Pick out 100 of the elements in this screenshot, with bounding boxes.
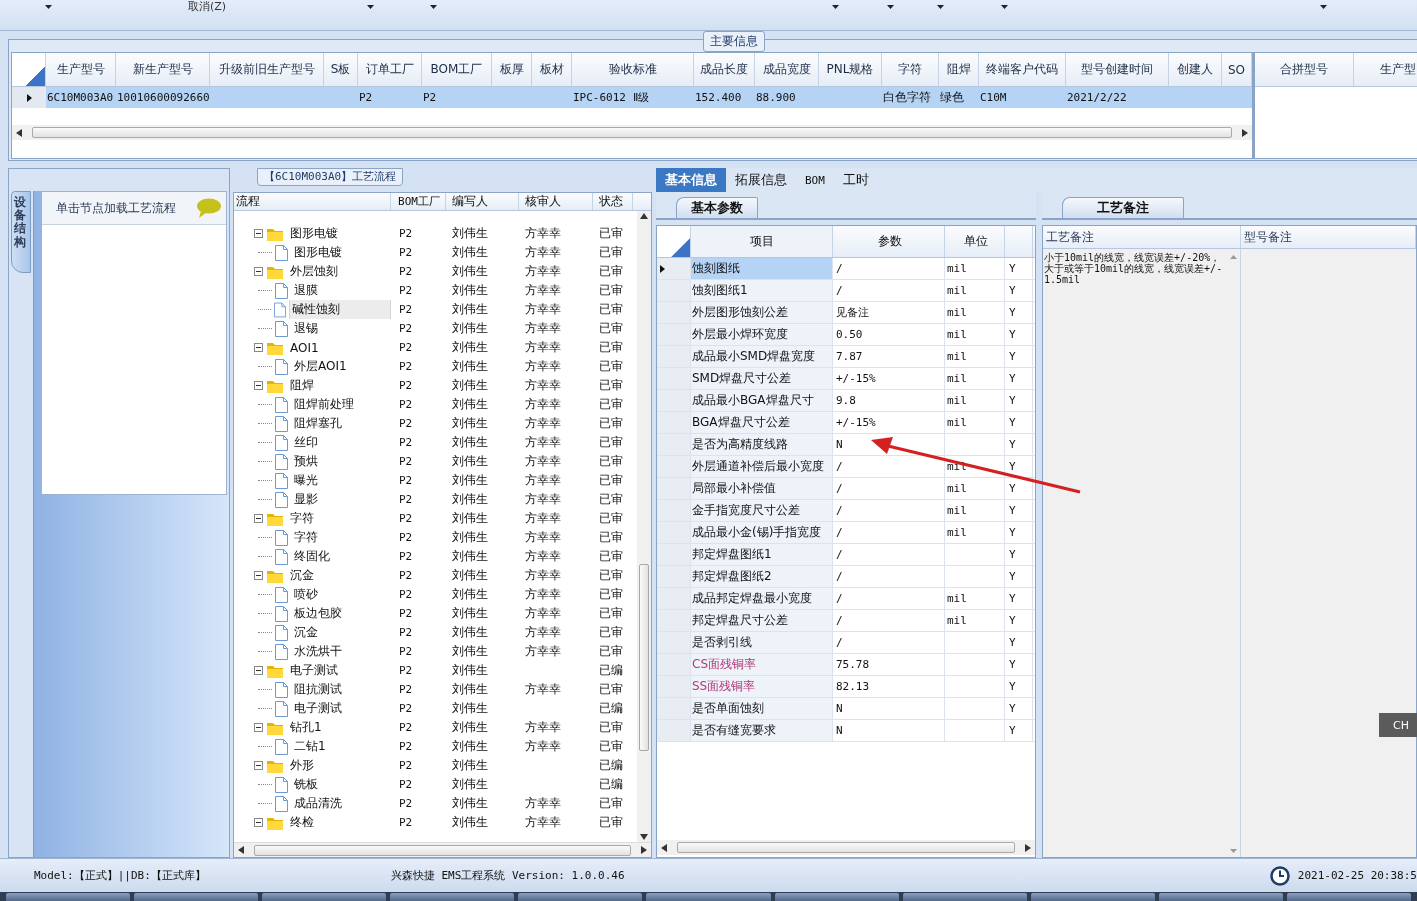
tree-node[interactable]: 水洗烘干 <box>291 642 345 661</box>
tree-node[interactable]: 钻孔1 <box>287 718 325 737</box>
collapse-icon[interactable] <box>254 229 263 238</box>
scroll-right-icon[interactable] <box>1242 128 1248 137</box>
collapse-icon[interactable] <box>254 666 263 675</box>
tree-node[interactable]: 字符 <box>287 509 317 528</box>
taskbar-button[interactable] <box>774 893 899 901</box>
tab[interactable]: 工时 <box>833 168 878 192</box>
scroll-right-icon[interactable] <box>1025 843 1031 852</box>
tree-node[interactable]: 退锡 <box>291 319 321 338</box>
column-header[interactable]: 验收标准 <box>572 53 694 86</box>
tree-node[interactable]: 预烘 <box>291 452 321 471</box>
tab[interactable]: 工艺备注 <box>1062 197 1184 218</box>
caret-icon[interactable] <box>937 5 944 9</box>
tree-node[interactable]: 图形电镀 <box>287 224 341 243</box>
tree-node[interactable]: 图形电镀 <box>291 243 345 262</box>
menu-item[interactable]: 取消(Z) <box>188 0 236 13</box>
collapse-icon[interactable] <box>254 818 263 827</box>
column-header[interactable]: 编写人 <box>446 193 519 210</box>
scroll-thumb[interactable] <box>254 844 631 856</box>
language-indicator[interactable]: CH <box>1379 713 1417 737</box>
scroll-left-icon[interactable] <box>16 128 22 137</box>
tree-node[interactable]: 显影 <box>291 490 321 509</box>
column-header[interactable]: BOM工厂 <box>391 193 446 210</box>
column-header[interactable]: 新生产型号 <box>116 53 210 86</box>
collapse-icon[interactable] <box>254 267 263 276</box>
tree-node[interactable]: 沉金 <box>287 566 317 585</box>
tab[interactable]: 拓展信息 <box>726 168 796 192</box>
column-header[interactable]: S板 <box>324 53 358 86</box>
table-cell[interactable]: 外层通道补偿后最小宽度 <box>691 456 833 477</box>
column-header[interactable]: BOM工厂 <box>422 53 492 86</box>
column-header[interactable]: 状态 <box>593 193 633 210</box>
scroll-thumb[interactable] <box>677 842 1015 853</box>
table-cell[interactable]: 成品最小SMD焊盘宽度 <box>691 346 833 367</box>
column-header[interactable]: 创建人 <box>1169 53 1222 86</box>
scroll-thumb[interactable] <box>639 564 649 751</box>
tree-node[interactable]: AOI1 <box>287 338 322 357</box>
column-header[interactable]: PNL规格 <box>819 53 882 86</box>
tree-node[interactable]: 二钻1 <box>291 737 329 756</box>
table-cell[interactable]: 蚀刻图纸1 <box>691 280 833 301</box>
taskbar-button[interactable] <box>262 893 387 901</box>
column-header[interactable]: 项目 <box>691 226 833 257</box>
tree-node[interactable]: 成品清洗 <box>291 794 345 813</box>
tree-node[interactable]: 铣板 <box>291 775 321 794</box>
column-header[interactable]: 型号备注 <box>1241 226 1416 248</box>
column-header[interactable]: 工艺备注 <box>1043 226 1241 248</box>
tree-node[interactable]: 丝印 <box>291 433 321 452</box>
tree-node[interactable]: 阻焊 <box>287 376 317 395</box>
tree-node[interactable]: 外层AOI1 <box>291 357 350 376</box>
column-header[interactable]: 终端客户代码 <box>979 53 1066 86</box>
table-row[interactable]: 6C10M003A0 10010600092660 P2 P2 IPC-6012 Ⅱ级 152.400 88.900 白色字符 绿色 C10M 2021/2/22 <box>12 87 1252 108</box>
column-header[interactable]: 成品宽度 <box>755 53 819 86</box>
collapse-icon[interactable] <box>254 571 263 580</box>
table-cell[interactable]: CS面残铜率 <box>691 654 833 675</box>
column-header[interactable]: 生产型号 <box>46 53 116 86</box>
tree-node[interactable]: 沉金 <box>291 623 321 642</box>
column-header[interactable]: 成品长度 <box>694 53 755 86</box>
table-cell[interactable]: 邦定焊盘尺寸公差 <box>691 610 833 631</box>
table-cell[interactable]: 蚀刻图纸 <box>691 258 833 279</box>
scroll-thumb[interactable] <box>32 127 1232 138</box>
vertical-scrollbar[interactable] <box>637 211 651 842</box>
collapse-icon[interactable] <box>254 514 263 523</box>
column-header[interactable]: 阻焊 <box>939 53 979 86</box>
caret-icon[interactable] <box>430 5 437 9</box>
table-cell[interactable]: 外层图形蚀刻公差 <box>691 302 833 323</box>
column-header[interactable]: 合拼型号 <box>1255 53 1354 86</box>
column-header[interactable]: 流程 <box>234 193 391 210</box>
tree-node[interactable]: 电子测试 <box>287 661 341 680</box>
taskbar-button[interactable] <box>1158 893 1283 901</box>
collapse-icon[interactable] <box>254 343 263 352</box>
taskbar-button[interactable] <box>390 893 515 901</box>
tree-node[interactable]: 板边包胶 <box>291 604 345 623</box>
scroll-left-icon[interactable] <box>661 843 667 852</box>
vertical-tab[interactable]: 设备结构 <box>11 191 31 273</box>
scroll-left-icon[interactable] <box>238 846 244 854</box>
collapse-icon[interactable] <box>254 381 263 390</box>
scroll-right-icon[interactable] <box>641 846 647 854</box>
row-header[interactable] <box>12 87 46 108</box>
table-cell[interactable]: 成品最小金(锡)手指宽度 <box>691 522 833 543</box>
table-cell[interactable]: 局部最小补偿值 <box>691 478 833 499</box>
tree-node[interactable]: 曝光 <box>291 471 321 490</box>
column-header[interactable]: SO <box>1222 53 1252 86</box>
column-header[interactable]: 订单工厂 <box>358 53 422 86</box>
collapse-icon[interactable] <box>254 761 263 770</box>
taskbar-button[interactable] <box>1286 893 1412 901</box>
column-header[interactable]: 字符 <box>882 53 939 86</box>
tree-node[interactable]: 字符 <box>291 528 321 547</box>
table-cell[interactable]: SS面残铜率 <box>691 676 833 697</box>
table-cell[interactable]: 是否为高精度线路 <box>691 434 833 455</box>
table-cell[interactable]: 邦定焊盘图纸1 <box>691 544 833 565</box>
horizontal-scrollbar[interactable] <box>12 125 1252 140</box>
row-header[interactable] <box>657 258 691 279</box>
column-header[interactable]: 升级前旧生产型号 <box>210 53 324 86</box>
tree-node[interactable]: 电子测试 <box>291 699 345 718</box>
tree-node[interactable]: 阻焊前处理 <box>291 395 357 414</box>
tree-node[interactable]: 终固化 <box>291 547 333 566</box>
table-cell[interactable]: 成品邦定焊盘最小宽度 <box>691 588 833 609</box>
taskbar-button[interactable] <box>646 893 771 901</box>
table-cell[interactable]: 是否有缝宽要求 <box>691 720 833 741</box>
table-cell[interactable]: 外层最小焊环宽度 <box>691 324 833 345</box>
